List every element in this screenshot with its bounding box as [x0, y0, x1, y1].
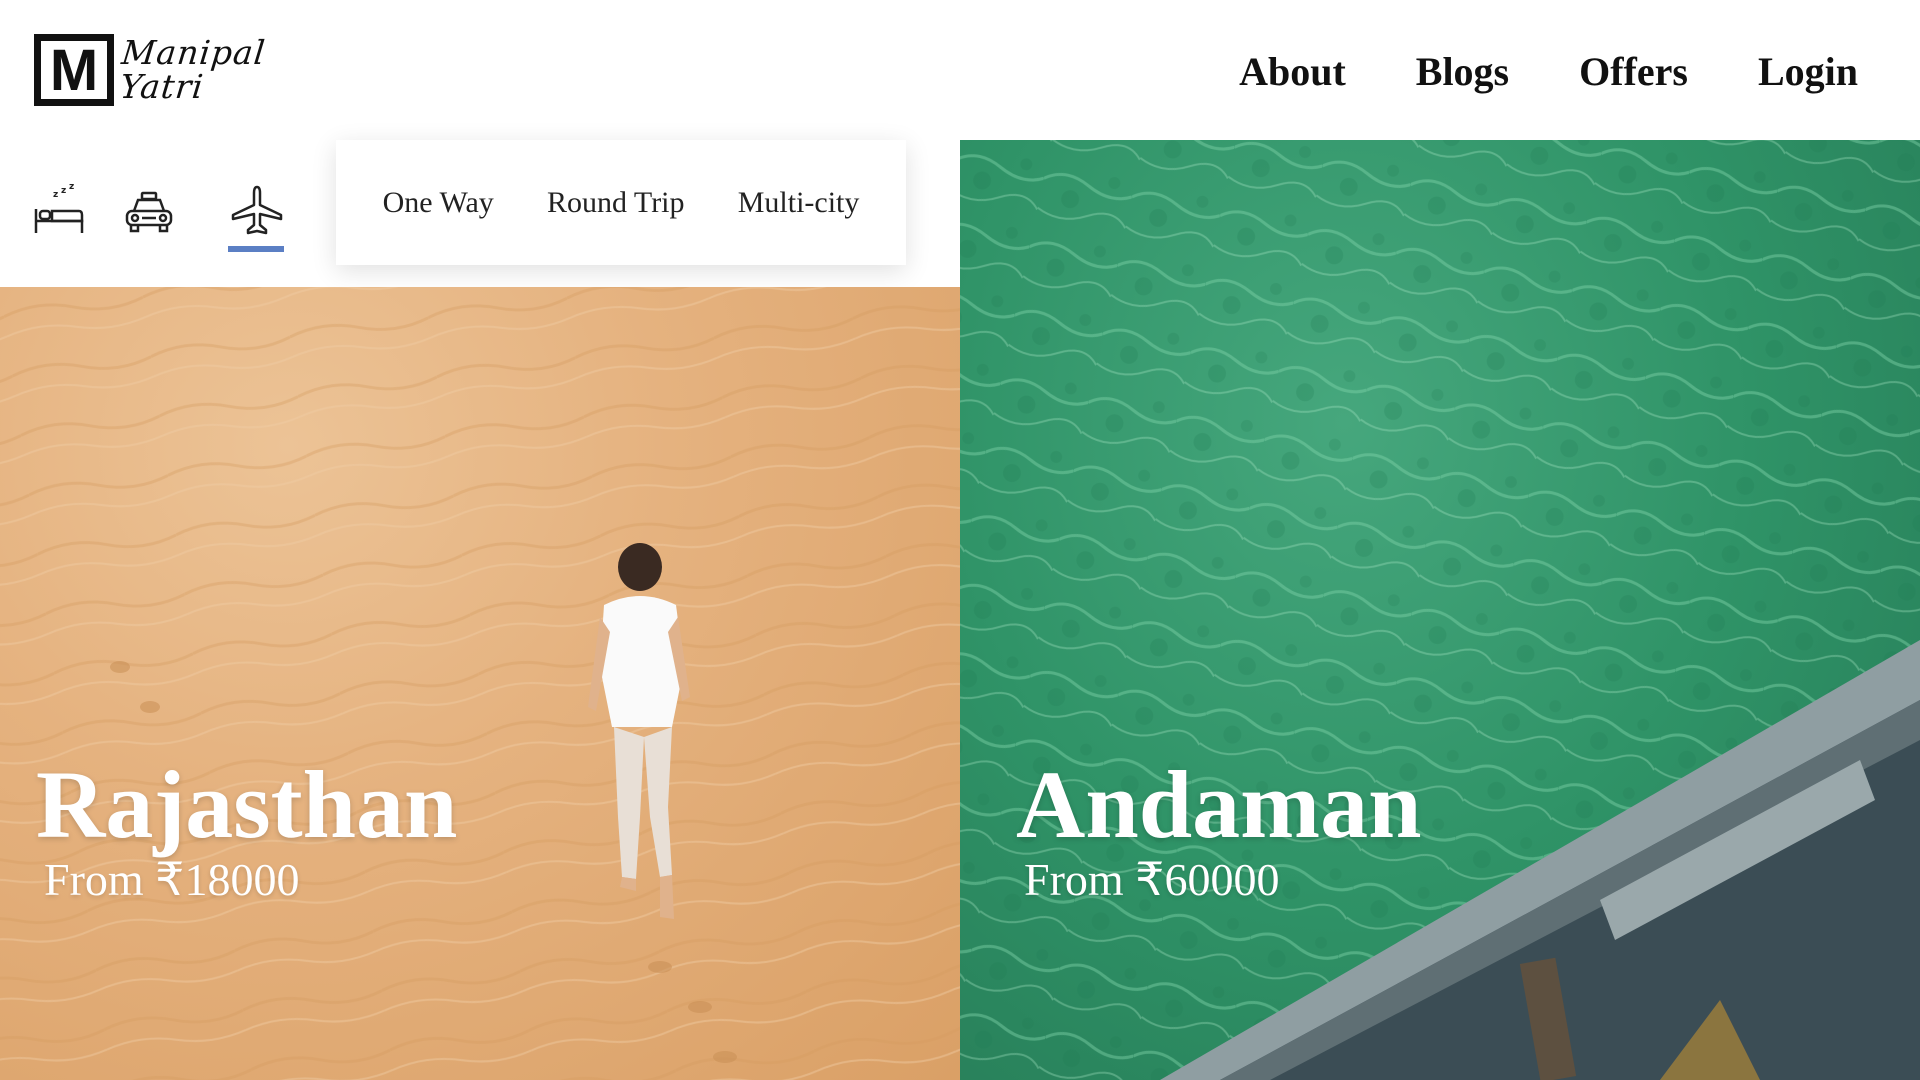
- trip-type-one-way[interactable]: One Way: [383, 186, 494, 220]
- trip-type-selector: One Way Round Trip Multi-city: [336, 140, 906, 265]
- sea-image: [960, 140, 1920, 1080]
- trip-type-multi-city[interactable]: Multi-city: [738, 186, 860, 220]
- nav-login-link[interactable]: Login: [1758, 48, 1858, 95]
- svg-text:z: z: [69, 183, 74, 192]
- logo-line-2: Yatri: [118, 67, 206, 106]
- nav-offers-link[interactable]: Offers: [1579, 48, 1688, 95]
- desert-image: [0, 287, 960, 1080]
- logo-line-1: Manipal: [119, 33, 268, 72]
- nav-about-link[interactable]: About: [1239, 48, 1346, 95]
- booking-toolbar: z z z One Way Round Trip Multi-city: [0, 140, 960, 287]
- nav-blogs-link[interactable]: Blogs: [1416, 48, 1509, 95]
- destination-card-rajasthan[interactable]: Rajasthan From ₹18000: [0, 287, 960, 1080]
- taxi-icon[interactable]: [120, 182, 178, 240]
- logo-mark: M: [34, 34, 114, 106]
- destination-name: Andaman: [1016, 751, 1422, 858]
- destination-name: Rajasthan: [36, 751, 458, 858]
- main-nav: About Blogs Offers Login: [1239, 48, 1858, 95]
- trip-type-round-trip[interactable]: Round Trip: [547, 186, 685, 220]
- hotel-bed-icon[interactable]: z z z: [30, 182, 88, 240]
- svg-text:z: z: [53, 190, 58, 200]
- logo-wordmark: Manipal Yatri: [116, 33, 268, 106]
- flight-icon[interactable]: [228, 182, 286, 252]
- svg-text:z: z: [61, 186, 66, 196]
- destination-price: From ₹60000: [1024, 854, 1280, 905]
- destination-card-andaman[interactable]: Andaman From ₹60000: [960, 140, 1920, 1080]
- destination-price: From ₹18000: [44, 854, 300, 905]
- logo[interactable]: M Manipal Yatri: [34, 33, 268, 106]
- site-header: M Manipal Yatri About Blogs Offers Login: [0, 0, 1920, 140]
